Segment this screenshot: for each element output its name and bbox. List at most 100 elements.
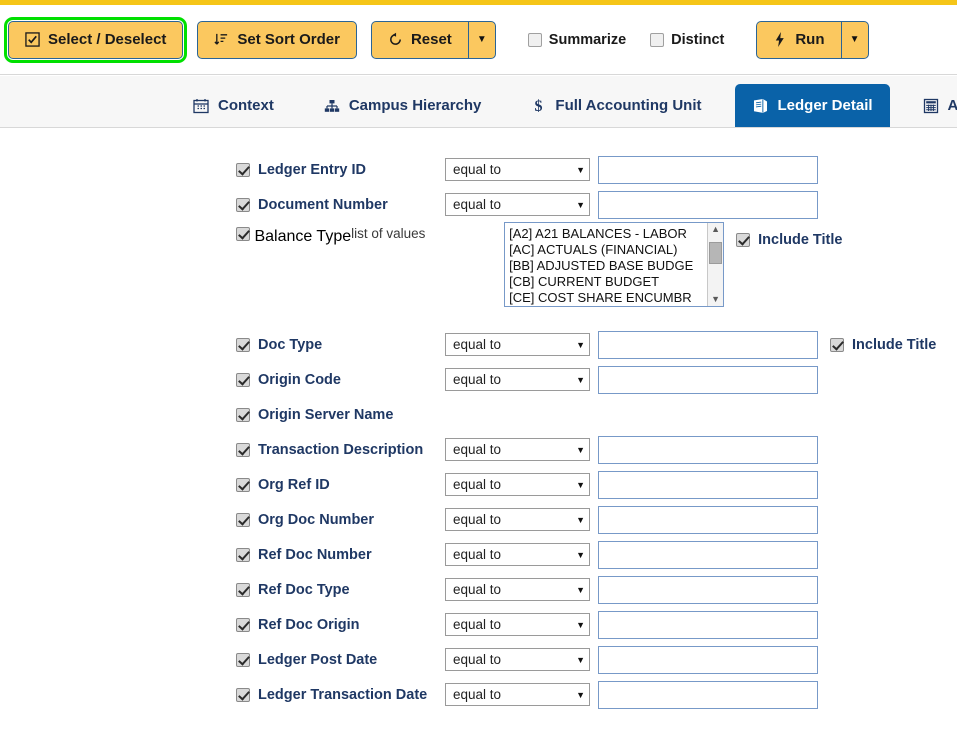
tab-amount[interactable]: Am: [906, 84, 957, 127]
list-item[interactable]: [A2] A21 BALANCES - LABOR: [509, 226, 707, 242]
value-input[interactable]: [598, 540, 818, 569]
field-label-text: Origin Code: [258, 371, 341, 388]
operator-select[interactable]: equal to ▼: [445, 193, 590, 216]
run-dropdown-caret[interactable]: ▼: [840, 20, 869, 59]
value-input[interactable]: [598, 365, 818, 394]
operator-value: equal to: [453, 197, 502, 212]
org-chart-icon: [324, 98, 340, 114]
filter-row: Origin Code equal to ▼: [0, 362, 957, 397]
value-input[interactable]: [598, 435, 818, 464]
field-checkbox[interactable]: [236, 477, 250, 492]
distinct-checkbox[interactable]: Distinct: [650, 32, 724, 48]
field-checkbox[interactable]: [236, 162, 250, 177]
value-input[interactable]: [598, 505, 818, 534]
tab-ledger-detail[interactable]: Ledger Detail: [734, 84, 890, 127]
set-sort-order-label: Set Sort Order: [237, 31, 340, 48]
operator-value: equal to: [453, 512, 502, 527]
scroll-down-arrow-icon[interactable]: ▼: [711, 293, 720, 306]
tab-context-label: Context: [218, 97, 274, 114]
operator-select[interactable]: equal to ▼: [445, 648, 590, 671]
scroll-up-arrow-icon[interactable]: ▲: [711, 223, 720, 236]
summarize-checkbox[interactable]: Summarize: [527, 32, 626, 48]
reset-dropdown-caret[interactable]: ▼: [467, 20, 496, 59]
tab-campus-hierarchy[interactable]: Campus Hierarchy: [307, 84, 499, 127]
field-row-transaction-description[interactable]: Transaction Description: [236, 442, 445, 458]
operator-select[interactable]: equal to ▼: [445, 333, 590, 356]
chevron-down-icon: ▼: [576, 199, 585, 210]
field-row-ref-doc-type[interactable]: Ref Doc Type: [236, 582, 445, 598]
field-row-ledger-transaction-date[interactable]: Ledger Transaction Date: [236, 687, 445, 703]
include-title-balance-type[interactable]: Include Title: [736, 232, 842, 248]
field-label-text: Ledger Entry ID: [258, 161, 366, 178]
operator-select[interactable]: equal to ▼: [445, 613, 590, 636]
field-label-text: Balance Type: [254, 228, 352, 245]
field-row-ledger-entry-id[interactable]: Ledger Entry ID: [236, 162, 445, 178]
operator-select[interactable]: equal to ▼: [445, 578, 590, 601]
list-item[interactable]: [CB] CURRENT BUDGET: [509, 274, 707, 290]
operator-select[interactable]: equal to ▼: [445, 158, 590, 181]
field-row-balance-type[interactable]: Balance Type: [236, 222, 351, 246]
field-checkbox[interactable]: [236, 512, 250, 527]
list-item[interactable]: [CE] COST SHARE ENCUMBR: [509, 290, 707, 306]
tab-context[interactable]: Context: [176, 84, 291, 127]
chevron-down-icon: ▼: [849, 34, 860, 45]
run-button[interactable]: Run: [756, 20, 841, 59]
field-checkbox[interactable]: [236, 652, 250, 667]
value-input[interactable]: [598, 575, 818, 604]
field-checkbox[interactable]: [236, 337, 250, 352]
value-input[interactable]: [598, 190, 818, 219]
value-input[interactable]: [598, 645, 818, 674]
chevron-down-icon: ▼: [576, 514, 585, 525]
field-row-origin-server-name[interactable]: Origin Server Name: [236, 407, 445, 423]
include-title-checkbox[interactable]: [830, 337, 844, 352]
field-row-ref-doc-number[interactable]: Ref Doc Number: [236, 547, 445, 563]
value-input[interactable]: [598, 470, 818, 499]
field-row-ledger-post-date[interactable]: Ledger Post Date: [236, 652, 445, 668]
field-row-org-ref-id[interactable]: Org Ref ID: [236, 477, 445, 493]
balance-type-listbox[interactable]: [A2] A21 BALANCES - LABOR [AC] ACTUALS (…: [504, 222, 725, 307]
field-checkbox[interactable]: [236, 547, 250, 562]
field-checkbox[interactable]: [236, 372, 250, 387]
chevron-down-icon: ▼: [576, 444, 585, 455]
value-input[interactable]: [598, 330, 818, 359]
filter-row: Origin Server Name: [0, 397, 957, 432]
chevron-down-icon: ▼: [476, 34, 487, 45]
field-row-document-number[interactable]: Document Number: [236, 197, 445, 213]
field-row-org-doc-number[interactable]: Org Doc Number: [236, 512, 445, 528]
value-input[interactable]: [598, 680, 818, 709]
dollar-sign-icon: $: [531, 97, 546, 114]
listbox-scrollbar[interactable]: ▲ ▼: [707, 223, 724, 306]
field-row-doc-type[interactable]: Doc Type: [236, 337, 445, 353]
chevron-down-icon: ▼: [576, 479, 585, 490]
include-title-doc-type[interactable]: Include Title: [830, 337, 936, 353]
include-title-checkbox[interactable]: [736, 233, 751, 247]
value-input[interactable]: [598, 610, 818, 639]
field-checkbox[interactable]: [236, 687, 250, 702]
value-input[interactable]: [598, 155, 818, 184]
operator-select[interactable]: equal to ▼: [445, 543, 590, 566]
scrollbar-thumb[interactable]: [709, 242, 723, 264]
field-checkbox[interactable]: [236, 582, 250, 597]
operator-select[interactable]: equal to ▼: [445, 438, 590, 461]
chevron-down-icon: ▼: [576, 339, 585, 350]
field-checkbox[interactable]: [236, 227, 250, 241]
field-checkbox[interactable]: [236, 617, 250, 632]
chevron-down-icon: ▼: [576, 654, 585, 665]
field-row-origin-code[interactable]: Origin Code: [236, 372, 445, 388]
field-row-ref-doc-origin[interactable]: Ref Doc Origin: [236, 617, 445, 633]
reset-button[interactable]: Reset: [370, 20, 468, 59]
set-sort-order-button[interactable]: Set Sort Order: [197, 20, 357, 59]
operator-select[interactable]: equal to ▼: [445, 508, 590, 531]
field-checkbox[interactable]: [236, 197, 250, 212]
chevron-down-icon: ▼: [576, 374, 585, 385]
operator-select[interactable]: equal to ▼: [445, 368, 590, 391]
field-checkbox[interactable]: [236, 407, 250, 422]
list-item[interactable]: [AC] ACTUALS (FINANCIAL): [509, 242, 707, 258]
operator-select[interactable]: equal to ▼: [445, 473, 590, 496]
field-checkbox[interactable]: [236, 442, 250, 457]
select-deselect-button[interactable]: Select / Deselect: [3, 16, 188, 63]
list-item[interactable]: [BB] ADJUSTED BASE BUDGE: [509, 258, 707, 274]
tab-full-accounting-unit[interactable]: $ Full Accounting Unit: [514, 84, 718, 127]
scrollbar-track[interactable]: [708, 236, 723, 293]
operator-select[interactable]: equal to ▼: [445, 683, 590, 706]
